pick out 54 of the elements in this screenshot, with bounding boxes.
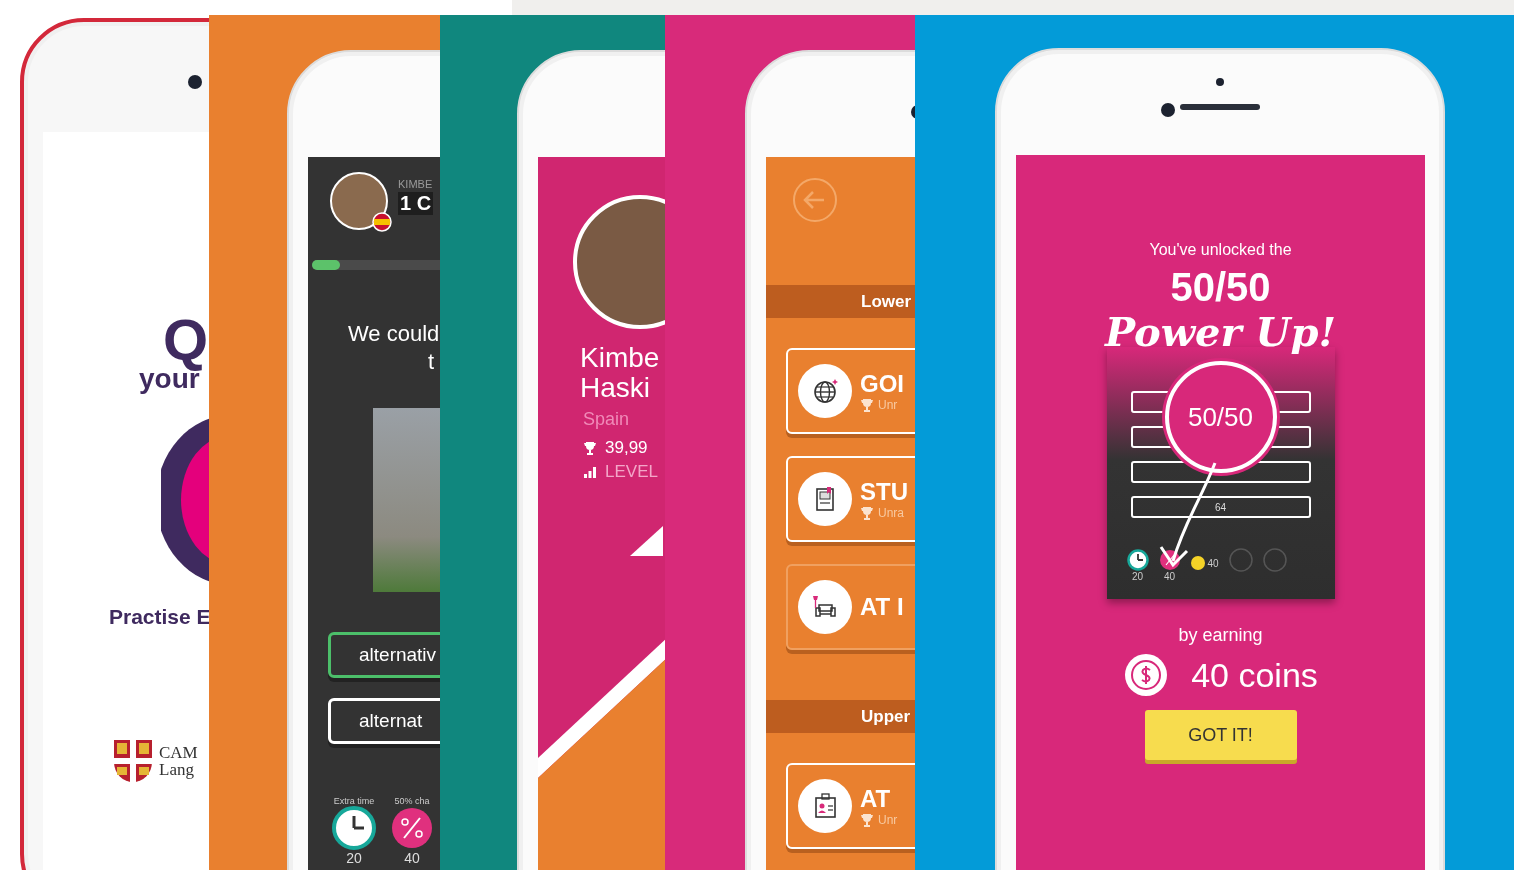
player-name: KIMBE (398, 178, 434, 190)
profile-name: Haski (580, 373, 651, 403)
fifty-fifty-badge: 50/50 (1164, 361, 1277, 473)
clock-icon (1126, 549, 1149, 571)
topic-title: STU (860, 478, 908, 506)
camera-icon (187, 74, 203, 90)
score-counter: 1 C (398, 192, 434, 215)
trophy-icon (583, 441, 597, 455)
trophy-icon (860, 506, 874, 520)
topic-status: Unr (878, 398, 898, 412)
publisher-name: CAM (159, 744, 198, 761)
answer-text: 64 (1214, 501, 1227, 513)
topic-title: AT I (860, 593, 904, 621)
country-label: Spain (583, 409, 631, 430)
topic-status: Unr (878, 813, 898, 827)
publisher-name: Lang (159, 761, 195, 778)
trophy-icon (860, 813, 874, 827)
question-text: We could (347, 320, 440, 348)
powerup-cost: 20 (1131, 571, 1144, 582)
shield-crest-icon (113, 739, 153, 783)
profile-name: Kimbe (580, 343, 661, 373)
earn-label: by earning (1178, 625, 1263, 646)
coin-icon (1190, 556, 1205, 570)
fifty-fifty-icon (1158, 549, 1181, 571)
section-header: Upper (766, 700, 915, 733)
fifty-fifty-icon (390, 806, 434, 850)
locked-powerup-icon (1228, 548, 1253, 572)
powerup-label: 50% cha (394, 796, 430, 806)
powerup-label: Extra time (333, 796, 375, 806)
section-header: Lower (766, 285, 915, 318)
locked-powerup-icon (1262, 548, 1287, 572)
level-label: LEVEL (605, 462, 658, 482)
clock-icon (332, 806, 376, 850)
speaker-icon (1180, 77, 1260, 111)
powerup-cost: 40 (1163, 571, 1176, 582)
topic-title: GOI (860, 370, 904, 398)
script-title: Power Up! (1105, 309, 1336, 355)
camera-icon (1160, 102, 1176, 118)
flag-icon (372, 212, 392, 232)
powerup-cost: 40 (404, 850, 420, 866)
topic-title: AT (860, 785, 892, 813)
intro-text: You've unlocked the (1149, 241, 1292, 259)
coin-count: 40 (1207, 557, 1219, 569)
powerup-cost: 20 (346, 850, 362, 866)
question-text: t (427, 348, 436, 376)
points-value: 39,99 (605, 438, 648, 458)
tagline: Practise E (109, 605, 209, 629)
trophy-icon (860, 398, 874, 412)
dollar-coin-icon (1123, 652, 1170, 698)
topic-status: Unra (878, 506, 904, 520)
signal-bars-icon (583, 465, 597, 479)
headline: 50/50 (1170, 265, 1271, 309)
avatar-placeholder (330, 172, 388, 230)
reward-amount: 40 coins (1191, 655, 1318, 695)
